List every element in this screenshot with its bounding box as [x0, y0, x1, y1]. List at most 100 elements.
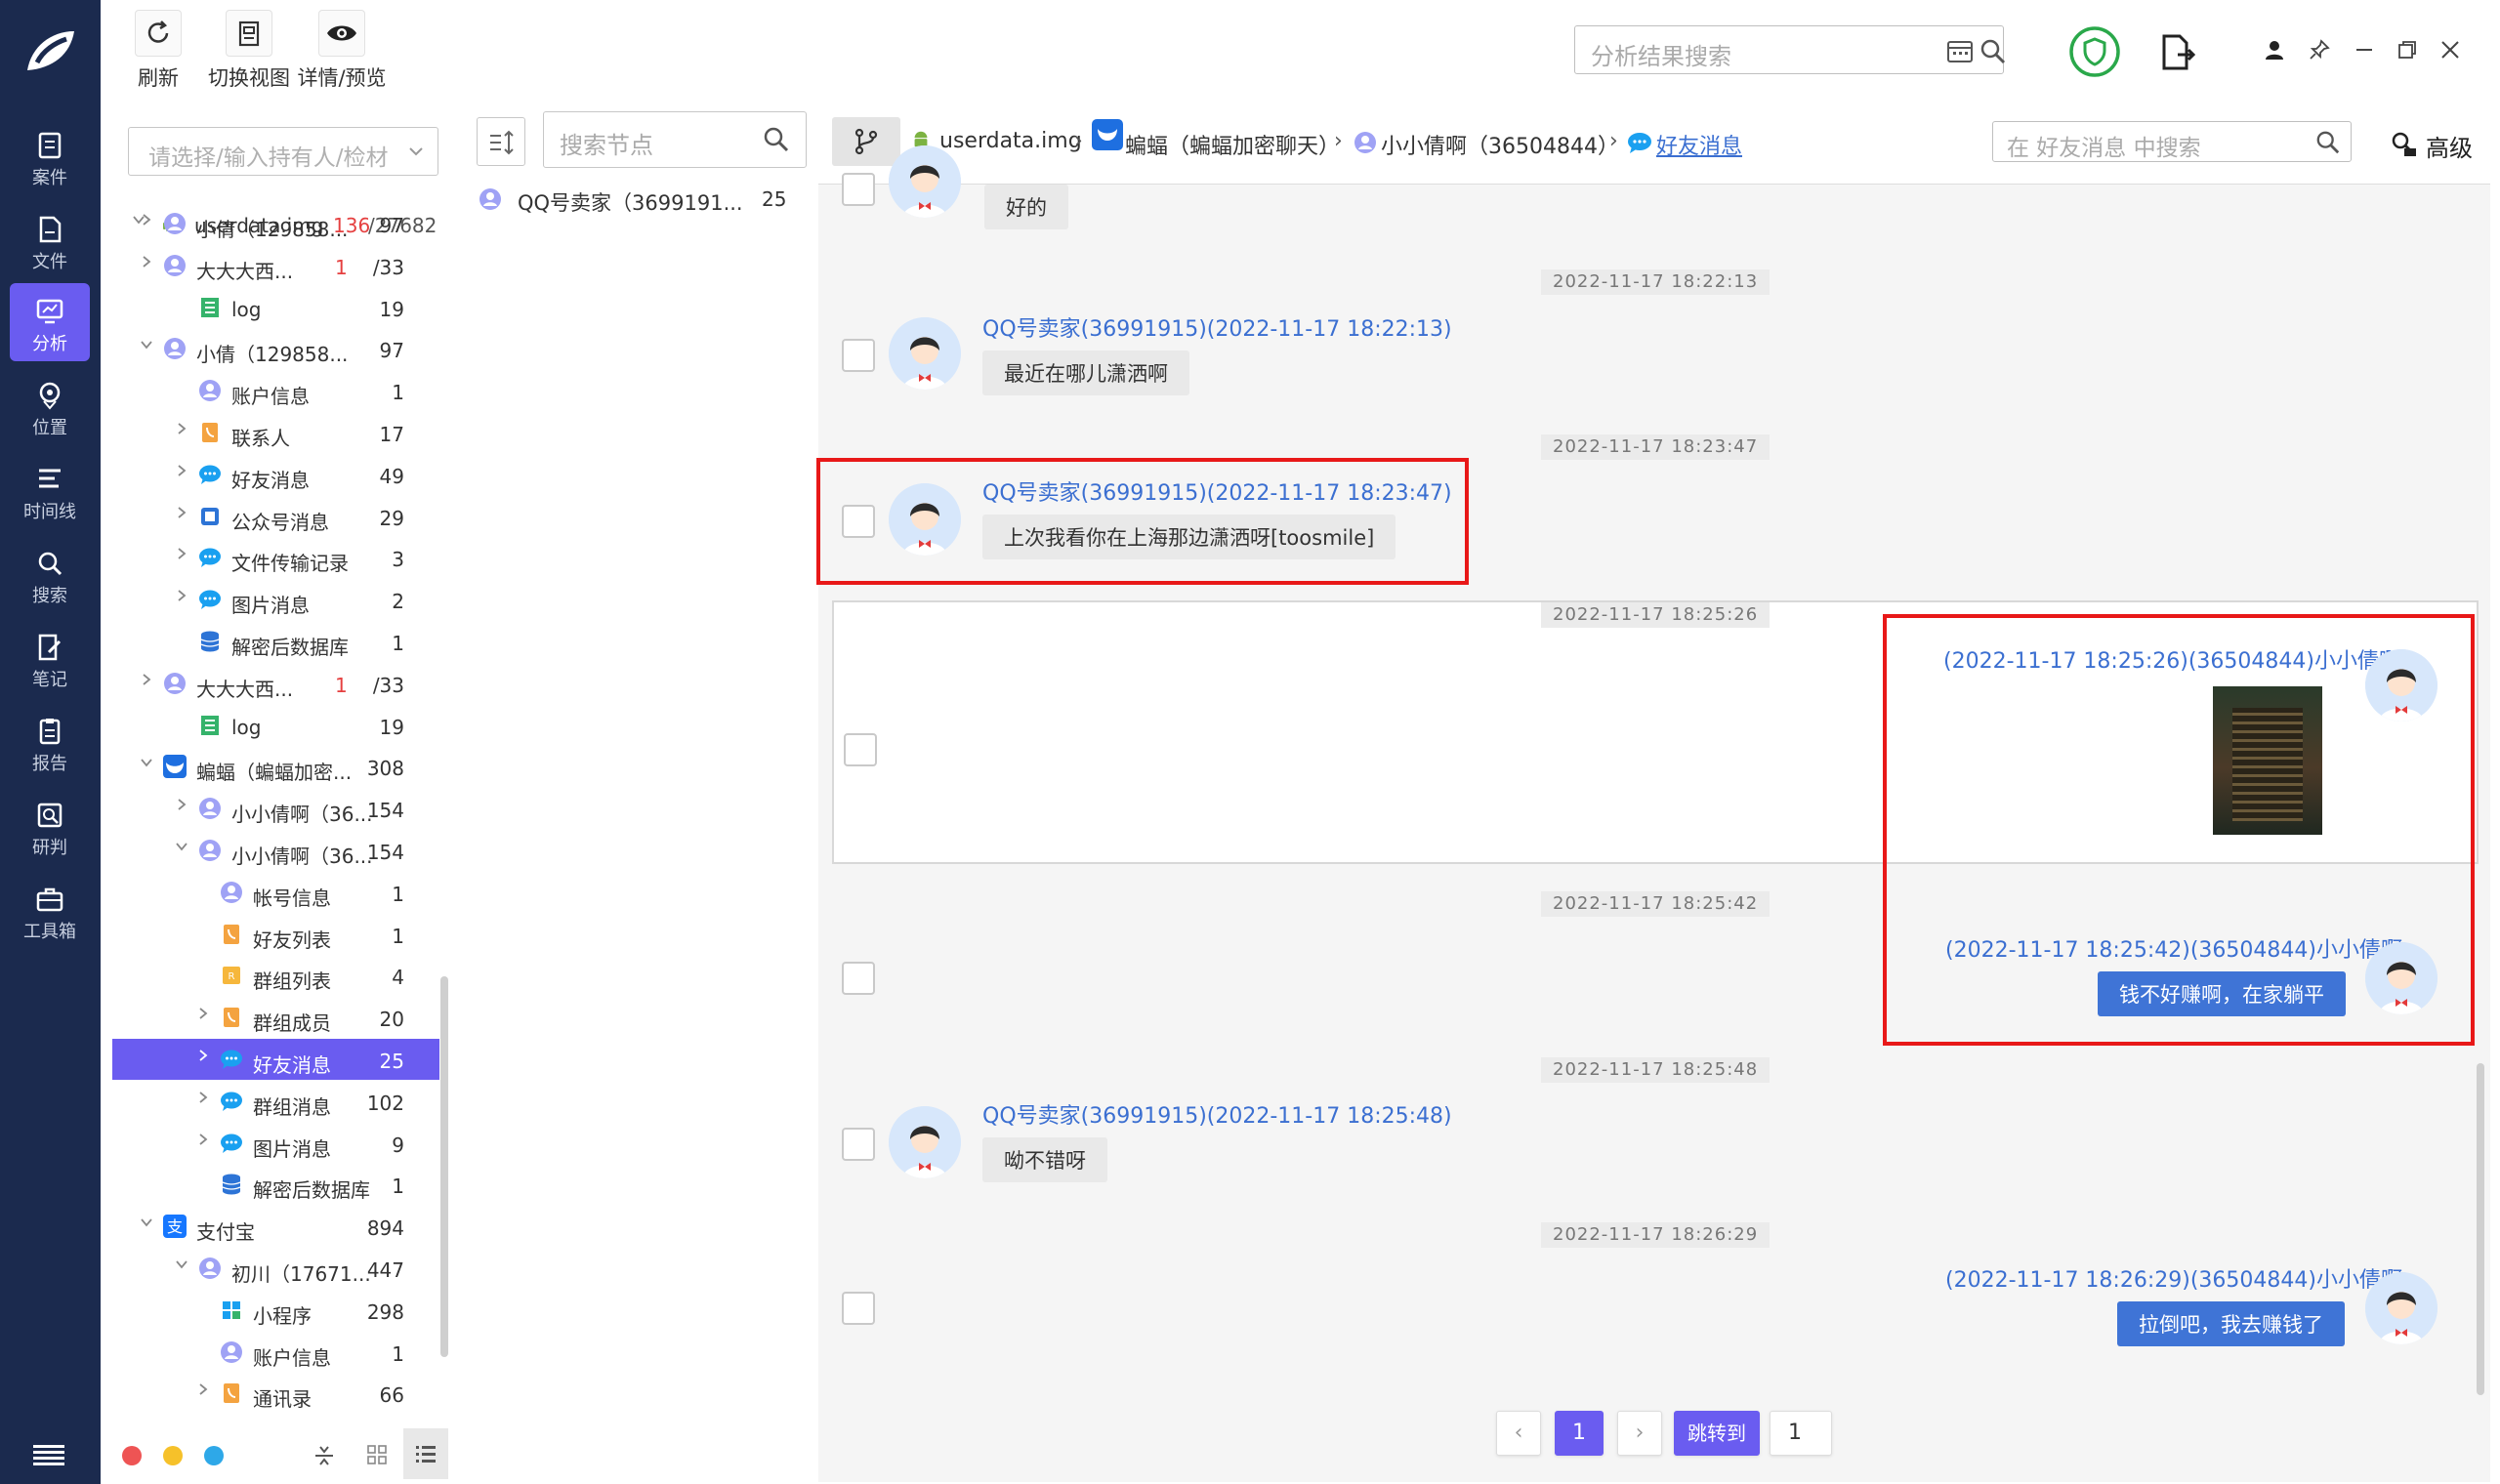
chevron-right-icon[interactable] — [140, 673, 153, 686]
restore-icon[interactable] — [2396, 39, 2418, 61]
tree-row[interactable]: 小小倩啊（36... 154 — [112, 830, 439, 871]
grid-view-icon[interactable] — [366, 1444, 388, 1465]
tree-row[interactable]: R 群组列表 4 — [112, 955, 439, 996]
pin-icon[interactable] — [2309, 39, 2330, 61]
tree-row[interactable]: 帐号信息 1 — [112, 872, 439, 913]
tree-row[interactable]: 图片消息 2 — [112, 579, 439, 620]
tree-row[interactable]: 群组成员 20 — [112, 997, 439, 1038]
message-sender[interactable]: (2022-11-17 18:26:29)(36504844)小小倩啊 — [1945, 1262, 2402, 1294]
chevron-right-icon[interactable] — [140, 213, 153, 227]
message-checkbox[interactable] — [842, 1128, 875, 1161]
holder-filter-select[interactable]: 请选择/输入持有人/检材 — [128, 127, 438, 176]
chevron-down-icon[interactable] — [140, 338, 153, 351]
search-icon[interactable] — [763, 126, 790, 153]
jump-to-button[interactable]: 跳转到 — [1674, 1411, 1760, 1456]
nav-item-timeline[interactable]: 时间线 — [10, 451, 90, 529]
refresh-button[interactable]: 刷新 — [133, 10, 184, 103]
nav-item-location[interactable]: 位置 — [10, 367, 90, 445]
nav-item-toolbox[interactable]: 工具箱 — [10, 871, 90, 949]
chevron-right-icon[interactable] — [196, 1382, 210, 1396]
tree-row[interactable]: 小倩（129858... 97 — [112, 203, 439, 244]
tree-row[interactable]: 好友消息 25 — [112, 1039, 439, 1080]
detail-preview-button[interactable]: 详情/预览 — [295, 10, 389, 103]
message-checkbox[interactable] — [842, 1292, 875, 1325]
node-list-item[interactable]: QQ号卖家（3699191... 25 — [459, 178, 811, 221]
shield-check-icon[interactable] — [2068, 25, 2121, 78]
switch-view-button[interactable]: 切换视图 — [205, 10, 293, 103]
minimize-icon[interactable] — [2354, 39, 2375, 61]
breadcrumb-item[interactable]: userdata.img — [939, 129, 1082, 172]
nav-item-file[interactable]: 文件 — [10, 201, 90, 279]
tree-row[interactable]: 联系人 17 — [112, 412, 439, 453]
nav-item-analysis[interactable]: 分析 — [10, 283, 90, 361]
message-checkbox[interactable] — [842, 173, 875, 206]
breadcrumb-current[interactable]: 好友消息 — [1656, 129, 1742, 172]
message-checkbox[interactable] — [842, 339, 875, 372]
calendar-icon[interactable] — [1946, 38, 1974, 63]
list-view-button[interactable] — [403, 1428, 448, 1479]
next-page-button[interactable]: › — [1617, 1411, 1662, 1456]
tree-row[interactable]: 图片消息 9 — [112, 1123, 439, 1164]
nav-item-note[interactable]: 笔记 — [10, 619, 90, 697]
export-icon[interactable] — [2160, 33, 2195, 72]
nav-item-judge[interactable]: 研判 — [10, 787, 90, 865]
tree-row[interactable]: 好友消息 49 — [112, 454, 439, 495]
chevron-right-icon[interactable] — [175, 506, 188, 519]
tree-row[interactable]: 通讯录 66 — [112, 1373, 439, 1414]
chevron-right-icon[interactable] — [140, 255, 153, 268]
tree-row[interactable]: 解密后数据库 1 — [112, 621, 439, 662]
chevron-down-icon[interactable] — [140, 756, 153, 769]
search-icon[interactable] — [2315, 130, 2341, 155]
message-checkbox[interactable] — [842, 962, 875, 995]
tree-row[interactable]: log 19 — [112, 287, 439, 328]
tree-scrollbar[interactable] — [440, 976, 448, 1357]
user-icon[interactable] — [2264, 39, 2285, 61]
result-search-input[interactable]: 分析结果搜索 — [1574, 25, 2007, 74]
tree-row[interactable]: 大大大西... 1/33 — [112, 245, 439, 286]
chevron-right-icon[interactable] — [196, 1049, 210, 1062]
red-dot-icon[interactable] — [122, 1446, 142, 1465]
message-sender[interactable]: QQ号卖家(36991915)(2022-11-17 18:25:48) — [982, 1098, 1452, 1130]
search-icon[interactable] — [1979, 38, 2007, 65]
message-sender[interactable]: QQ号卖家(36991915)(2022-11-17 18:22:13) — [982, 311, 1452, 343]
tree-row[interactable]: 小程序 298 — [112, 1290, 439, 1331]
chevron-down-icon[interactable] — [140, 1216, 153, 1229]
blue-dot-icon[interactable] — [204, 1446, 224, 1465]
tree-row[interactable]: 大大大西... 1/33 — [112, 663, 439, 704]
tree-row[interactable]: 公众号消息 29 — [112, 496, 439, 537]
chat-search-input[interactable]: 在 好友消息 中搜索 — [1992, 121, 2352, 162]
chevron-right-icon[interactable] — [196, 1091, 210, 1104]
chevron-right-icon[interactable] — [175, 464, 188, 477]
chevron-right-icon[interactable] — [175, 798, 188, 811]
tree-row[interactable]: 小倩（129858... 97 — [112, 328, 439, 369]
chevron-right-icon[interactable] — [175, 422, 188, 435]
tree-row[interactable]: log 19 — [112, 705, 439, 746]
tree-row[interactable]: 好友列表 1 — [112, 914, 439, 955]
tree-row[interactable]: 支支付宝 894 — [112, 1206, 439, 1247]
tree-row[interactable]: 群组消息 102 — [112, 1081, 439, 1122]
tree-row[interactable]: 蝙蝠（蝙蝠加密... 308 — [112, 746, 439, 787]
tree-row[interactable]: 账户信息 1 — [112, 1332, 439, 1373]
menu-icon[interactable] — [33, 1445, 64, 1466]
tree-row[interactable]: 小小倩啊（36... 154 — [112, 788, 439, 829]
tree-row[interactable]: 解密后数据库 1 — [112, 1164, 439, 1205]
yellow-dot-icon[interactable] — [163, 1446, 183, 1465]
chevron-right-icon[interactable] — [175, 589, 188, 602]
branch-button[interactable] — [832, 117, 900, 166]
prev-page-button[interactable]: ‹ — [1496, 1411, 1541, 1456]
tree-row[interactable]: 文件传输记录 3 — [112, 537, 439, 578]
nav-item-report[interactable]: 报告 — [10, 703, 90, 781]
chevron-right-icon[interactable] — [175, 547, 188, 560]
message-checkbox[interactable] — [844, 733, 877, 766]
chevron-down-icon[interactable] — [175, 840, 188, 853]
tree-row[interactable]: 初川（17671... 447 — [112, 1248, 439, 1289]
chat-scrollbar[interactable] — [2477, 1063, 2484, 1395]
chevron-right-icon[interactable] — [196, 1133, 210, 1146]
sort-button[interactable] — [477, 117, 525, 166]
chevron-right-icon[interactable] — [196, 1007, 210, 1020]
tree-row[interactable]: 账户信息 1 — [112, 370, 439, 411]
jump-page-input[interactable]: 1 — [1770, 1411, 1832, 1456]
close-icon[interactable] — [2439, 39, 2461, 61]
page-button-current[interactable]: 1 — [1555, 1411, 1604, 1456]
nav-item-search[interactable]: 搜索 — [10, 535, 90, 613]
